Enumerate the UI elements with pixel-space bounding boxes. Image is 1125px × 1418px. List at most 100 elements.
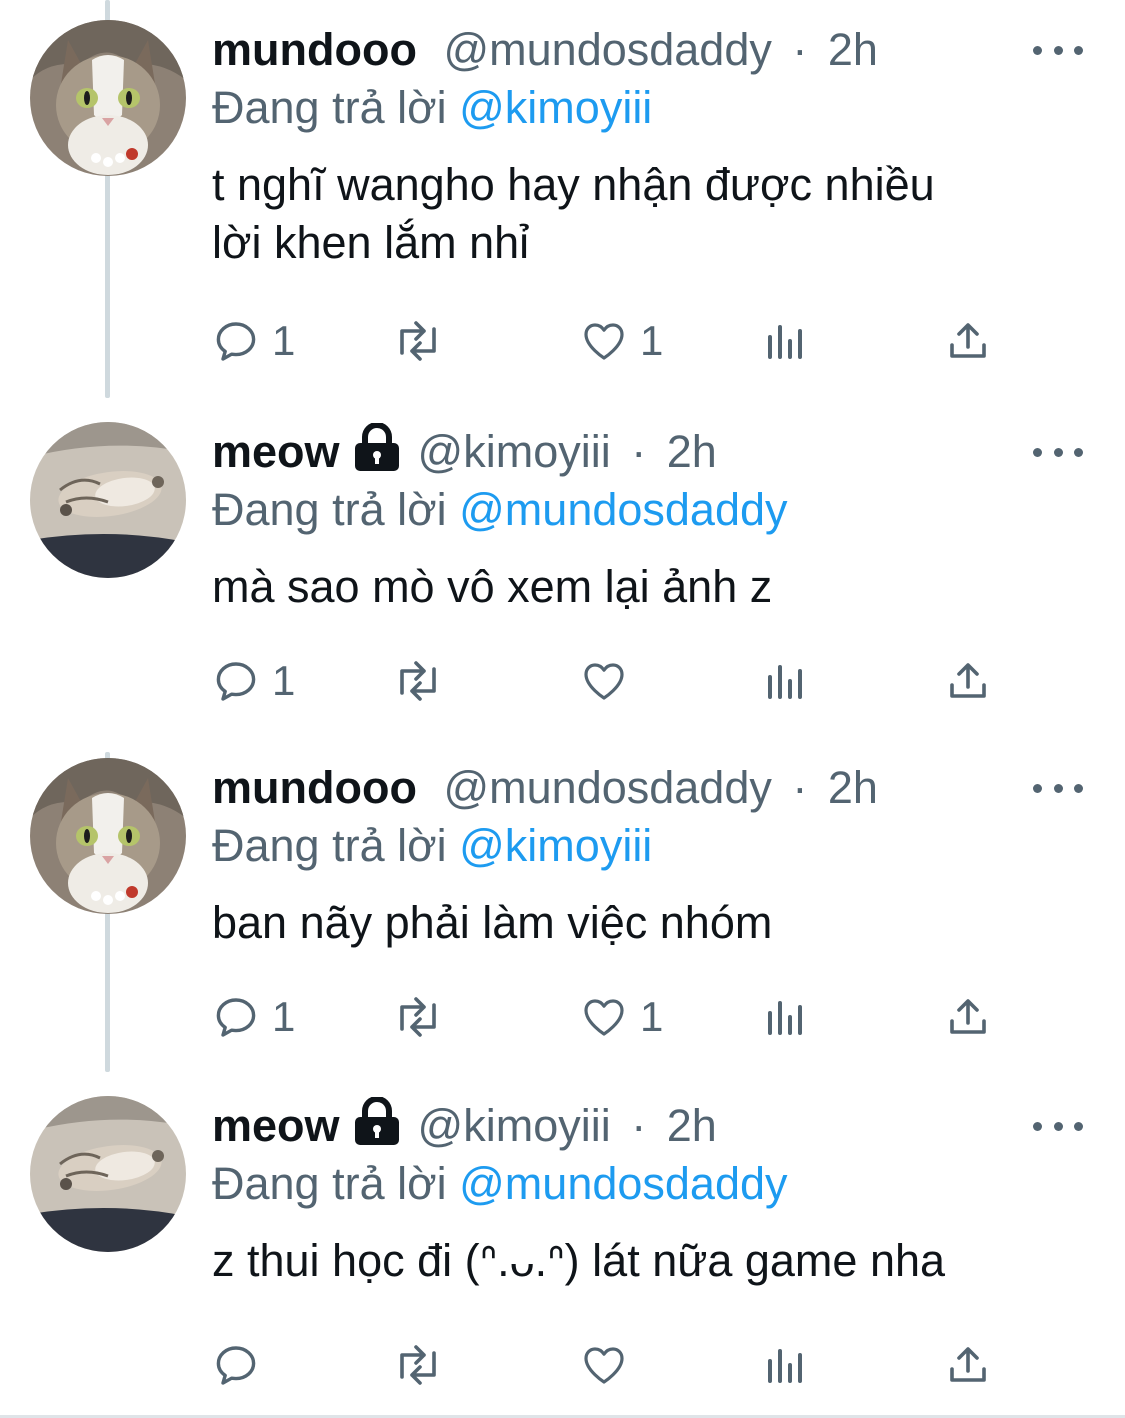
tweet-text: mà sao mò vô xem lại ảnh z xyxy=(212,561,773,612)
tweet-header: mundooo @mundosdaddy · 2h xyxy=(212,20,878,80)
share-icon xyxy=(950,1347,986,1382)
reply-mention-link[interactable]: @kimoyiii xyxy=(459,820,652,871)
heart-icon xyxy=(584,663,624,700)
tweet[interactable]: mundooo @mundosdaddy · 2h Đang trả lời @… xyxy=(0,20,1125,380)
user-handle[interactable]: @kimoyiii xyxy=(418,426,611,477)
share-icon xyxy=(950,323,986,358)
reply-icon xyxy=(216,998,256,1037)
reply-button[interactable]: 1 xyxy=(212,316,295,366)
tweet-text: t nghĩ wangho hay nhận được nhiều lời kh… xyxy=(212,159,935,268)
share-button[interactable] xyxy=(944,992,992,1042)
like-button[interactable]: 1 xyxy=(580,992,663,1042)
share-button[interactable] xyxy=(944,656,992,706)
tweet-actions xyxy=(212,1340,1012,1390)
separator-dot: · xyxy=(631,426,647,477)
display-name[interactable]: meow xyxy=(212,426,340,477)
separator-dot: · xyxy=(631,1100,647,1151)
reply-mention-link[interactable]: @kimoyiii xyxy=(459,82,652,133)
reply-count: 1 xyxy=(272,317,296,364)
avatar[interactable] xyxy=(30,422,186,578)
reply-icon xyxy=(216,322,256,361)
reply-prefix: Đang trả lời xyxy=(212,1158,447,1209)
timestamp[interactable]: 2h xyxy=(667,426,717,477)
like-count: 1 xyxy=(640,993,664,1040)
retweet-icon xyxy=(400,997,436,1037)
analytics-icon xyxy=(768,1001,802,1035)
tweet-header: meow @kimoyiii · 2h xyxy=(212,1096,717,1156)
reply-context: Đang trả lời @kimoyiii xyxy=(212,816,652,876)
retweet-button[interactable] xyxy=(390,992,458,1042)
like-count: 1 xyxy=(640,317,664,364)
user-handle[interactable]: @mundosdaddy xyxy=(443,762,771,813)
lock-icon xyxy=(352,1096,402,1162)
more-options-icon[interactable] xyxy=(1033,38,1083,62)
reply-context: Đang trả lời @kimoyiii xyxy=(212,78,652,138)
tweet-text: ban nãy phải làm việc nhóm xyxy=(212,897,773,948)
reply-mention-link[interactable]: @mundosdaddy xyxy=(459,484,787,535)
analytics-button[interactable] xyxy=(764,1340,808,1390)
analytics-button[interactable] xyxy=(764,992,808,1042)
reply-count: 1 xyxy=(272,657,296,704)
share-button[interactable] xyxy=(944,1340,992,1390)
tweet-actions: 1 1 xyxy=(212,316,1012,366)
reply-mention-link[interactable]: @mundosdaddy xyxy=(459,1158,787,1209)
like-button[interactable]: 1 xyxy=(580,316,663,366)
more-options-icon[interactable] xyxy=(1033,776,1083,800)
retweet-icon xyxy=(400,1345,436,1385)
tweet-header: meow @kimoyiii · 2h xyxy=(212,422,717,482)
retweet-button[interactable] xyxy=(390,656,458,706)
analytics-icon xyxy=(768,325,802,359)
reply-count: 1 xyxy=(272,993,296,1040)
tweet-actions: 1 xyxy=(212,656,1012,706)
sleeping-kitten-avatar-icon xyxy=(30,1096,186,1252)
analytics-icon xyxy=(768,1349,802,1383)
heart-icon xyxy=(584,323,624,360)
tweet-header: mundooo @mundosdaddy · 2h xyxy=(212,758,878,818)
display-name[interactable]: mundooo xyxy=(212,24,417,75)
retweet-icon xyxy=(400,321,436,361)
more-options-icon[interactable] xyxy=(1033,440,1083,464)
cat-portrait-avatar-icon xyxy=(30,758,186,914)
heart-icon xyxy=(584,1347,624,1384)
timestamp[interactable]: 2h xyxy=(828,24,878,75)
user-handle[interactable]: @mundosdaddy xyxy=(443,24,771,75)
analytics-button[interactable] xyxy=(764,656,808,706)
avatar[interactable] xyxy=(30,758,186,914)
heart-icon xyxy=(584,999,624,1036)
reply-icon xyxy=(216,662,256,701)
tweet[interactable]: meow @kimoyiii · 2h Đang trả lời @mundosd… xyxy=(0,1096,1125,1416)
like-button[interactable] xyxy=(580,656,640,706)
share-button[interactable] xyxy=(944,316,992,366)
user-handle[interactable]: @kimoyiii xyxy=(418,1100,611,1151)
cat-portrait-avatar-icon xyxy=(30,20,186,176)
tweet[interactable]: meow @kimoyiii · 2h Đang trả lời @mundosd… xyxy=(0,422,1125,742)
share-icon xyxy=(950,999,986,1034)
share-icon xyxy=(950,663,986,698)
reply-button[interactable]: 1 xyxy=(212,992,295,1042)
analytics-button[interactable] xyxy=(764,316,808,366)
tweet[interactable]: mundooo @mundosdaddy · 2h Đang trả lời @… xyxy=(0,758,1125,1078)
like-button[interactable] xyxy=(580,1340,640,1390)
more-options-icon[interactable] xyxy=(1033,1114,1083,1138)
display-name[interactable]: mundooo xyxy=(212,762,417,813)
reply-button[interactable]: 1 xyxy=(212,656,295,706)
avatar[interactable] xyxy=(30,1096,186,1252)
lock-icon xyxy=(352,422,402,488)
reply-icon xyxy=(216,1346,256,1385)
reply-button[interactable] xyxy=(212,1340,272,1390)
retweet-button[interactable] xyxy=(390,1340,458,1390)
reply-prefix: Đang trả lời xyxy=(212,82,447,133)
separator-dot: · xyxy=(792,762,808,813)
retweet-icon xyxy=(400,661,436,701)
retweet-button[interactable] xyxy=(390,316,458,366)
reply-prefix: Đang trả lời xyxy=(212,484,447,535)
reply-context: Đang trả lời @mundosdaddy xyxy=(212,480,788,540)
avatar[interactable] xyxy=(30,20,186,176)
timestamp[interactable]: 2h xyxy=(667,1100,717,1151)
reply-context: Đang trả lời @mundosdaddy xyxy=(212,1154,788,1214)
display-name[interactable]: meow xyxy=(212,1100,340,1151)
timestamp[interactable]: 2h xyxy=(828,762,878,813)
analytics-icon xyxy=(768,665,802,699)
sleeping-kitten-avatar-icon xyxy=(30,422,186,578)
reply-prefix: Đang trả lời xyxy=(212,820,447,871)
